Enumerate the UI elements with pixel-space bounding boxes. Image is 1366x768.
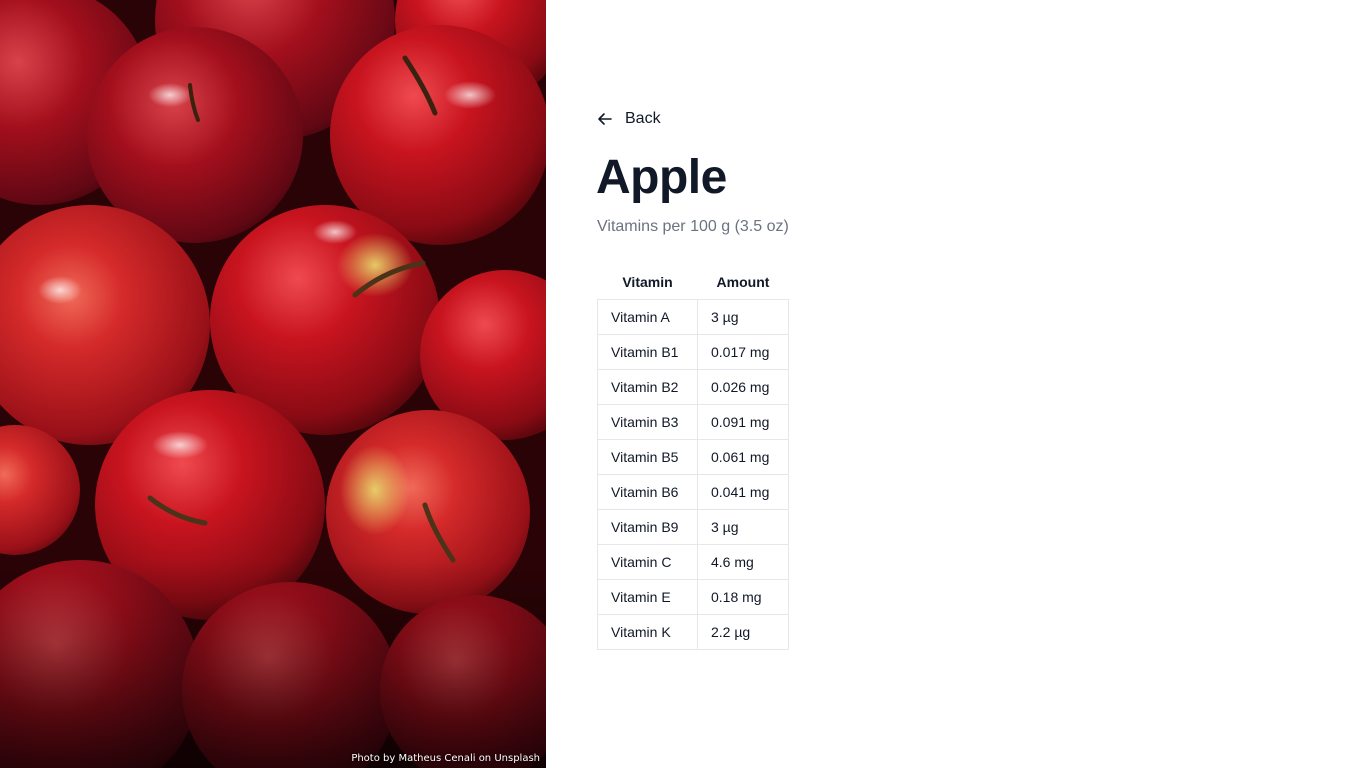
vitamin-name: Vitamin B3 xyxy=(597,404,698,440)
vitamin-name: Vitamin B2 xyxy=(597,369,698,405)
table-row: Vitamin B1 0.017 mg xyxy=(597,334,789,370)
table-row: Vitamin A 3 µg xyxy=(597,299,789,335)
page-subtitle: Vitamins per 100 g (3.5 oz) xyxy=(597,218,789,235)
vitamin-amount: 3 µg xyxy=(697,509,789,545)
vitamin-amount: 3 µg xyxy=(697,299,789,335)
vitamin-amount: 2.2 µg xyxy=(697,614,789,650)
apple-photo-illustration xyxy=(0,0,546,768)
table-row: Vitamin B9 3 µg xyxy=(597,509,789,545)
arrow-left-icon xyxy=(598,113,612,125)
vitamin-name: Vitamin B5 xyxy=(597,439,698,475)
column-header-vitamin: Vitamin xyxy=(622,273,673,290)
vitamin-amount: 0.017 mg xyxy=(697,334,789,370)
table-row: Vitamin B2 0.026 mg xyxy=(597,369,789,405)
table-row: Vitamin B3 0.091 mg xyxy=(597,404,789,440)
vitamin-name: Vitamin B9 xyxy=(597,509,698,545)
vitamin-name: Vitamin A xyxy=(597,299,698,335)
vitamin-amount: 0.041 mg xyxy=(697,474,789,510)
vitamin-name: Vitamin B6 xyxy=(597,474,698,510)
back-link[interactable]: Back xyxy=(597,110,661,128)
back-label: Back xyxy=(625,110,661,127)
vitamin-amount: 0.18 mg xyxy=(697,579,789,615)
vitamin-amount: 0.061 mg xyxy=(697,439,789,475)
vitamin-table: Vitamin Amount Vitamin A 3 µg Vitamin B1… xyxy=(597,264,789,650)
table-row: Vitamin K 2.2 µg xyxy=(597,614,789,650)
vitamin-name: Vitamin K xyxy=(597,614,698,650)
content-panel: Back Apple Vitamins per 100 g (3.5 oz) V… xyxy=(546,0,1366,768)
table-row: Vitamin E 0.18 mg xyxy=(597,579,789,615)
vitamin-name: Vitamin B1 xyxy=(597,334,698,370)
vitamin-amount: 4.6 mg xyxy=(697,544,789,580)
vitamin-amount: 0.091 mg xyxy=(697,404,789,440)
apple-photo: Photo by Matheus Cenali on Unsplash xyxy=(0,0,546,768)
vitamin-name: Vitamin C xyxy=(597,544,698,580)
page-title: Apple xyxy=(596,151,727,204)
table-row: Vitamin C 4.6 mg xyxy=(597,544,789,580)
column-header-amount: Amount xyxy=(716,273,770,290)
vitamin-amount: 0.026 mg xyxy=(697,369,789,405)
vitamin-name: Vitamin E xyxy=(597,579,698,615)
page: Photo by Matheus Cenali on Unsplash Back… xyxy=(0,0,1366,768)
table-row: Vitamin B6 0.041 mg xyxy=(597,474,789,510)
table-row: Vitamin B5 0.061 mg xyxy=(597,439,789,475)
photo-credit: Photo by Matheus Cenali on Unsplash xyxy=(351,753,540,764)
table-header-row: Vitamin Amount xyxy=(598,264,789,300)
